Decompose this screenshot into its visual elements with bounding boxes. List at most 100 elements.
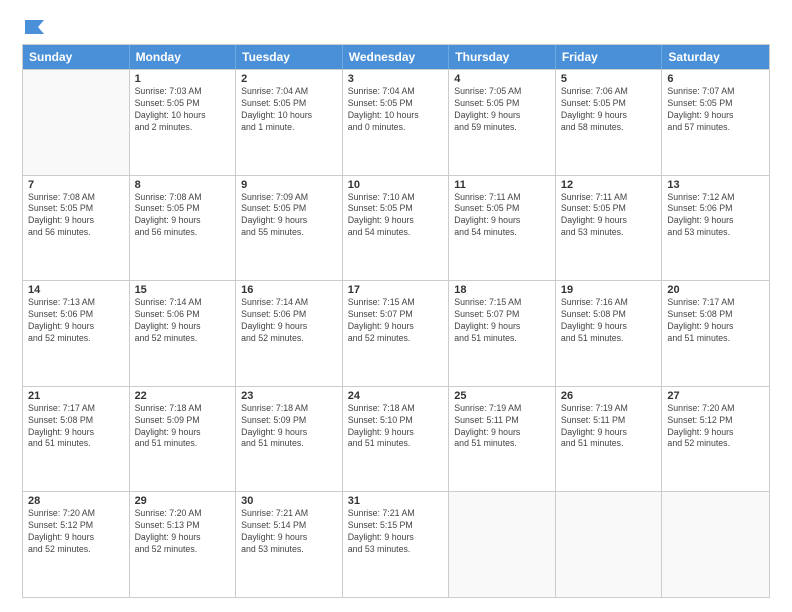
cell-line: Sunset: 5:09 PM bbox=[135, 415, 231, 427]
cell-line: Sunrise: 7:07 AM bbox=[667, 86, 764, 98]
cell-line: Sunset: 5:05 PM bbox=[348, 203, 444, 215]
cell-line: Sunrise: 7:08 AM bbox=[28, 192, 124, 204]
cell-line: Sunrise: 7:04 AM bbox=[348, 86, 444, 98]
cell-line: and 52 minutes. bbox=[241, 333, 337, 345]
cell-line: and 52 minutes. bbox=[135, 333, 231, 345]
cell-line: Sunset: 5:06 PM bbox=[28, 309, 124, 321]
cell-line: Sunrise: 7:17 AM bbox=[28, 403, 124, 415]
cell-line: Sunset: 5:06 PM bbox=[667, 203, 764, 215]
calendar-cell: 19Sunrise: 7:16 AMSunset: 5:08 PMDayligh… bbox=[556, 281, 663, 386]
day-number: 22 bbox=[135, 390, 231, 402]
cell-line: Sunrise: 7:16 AM bbox=[561, 297, 657, 309]
calendar-header: SundayMondayTuesdayWednesdayThursdayFrid… bbox=[23, 45, 769, 69]
calendar-cell: 8Sunrise: 7:08 AMSunset: 5:05 PMDaylight… bbox=[130, 176, 237, 281]
day-number: 5 bbox=[561, 73, 657, 85]
day-number: 27 bbox=[667, 390, 764, 402]
cell-line: and 51 minutes. bbox=[667, 333, 764, 345]
cell-line: and 57 minutes. bbox=[667, 122, 764, 134]
day-number: 11 bbox=[454, 179, 550, 191]
cell-line: Sunrise: 7:09 AM bbox=[241, 192, 337, 204]
cell-line: Daylight: 9 hours bbox=[454, 110, 550, 122]
cell-line: Sunset: 5:11 PM bbox=[454, 415, 550, 427]
cell-line: Daylight: 10 hours bbox=[348, 110, 444, 122]
cell-line: and 55 minutes. bbox=[241, 227, 337, 239]
day-number: 6 bbox=[667, 73, 764, 85]
cell-line: Daylight: 9 hours bbox=[241, 321, 337, 333]
cell-line: Daylight: 9 hours bbox=[348, 427, 444, 439]
day-number: 16 bbox=[241, 284, 337, 296]
cell-line: Sunrise: 7:04 AM bbox=[241, 86, 337, 98]
header-day-thursday: Thursday bbox=[449, 45, 556, 69]
day-number: 3 bbox=[348, 73, 444, 85]
cell-line: Daylight: 9 hours bbox=[561, 321, 657, 333]
cell-line: Daylight: 9 hours bbox=[28, 215, 124, 227]
cell-line: and 51 minutes. bbox=[241, 438, 337, 450]
cell-line: Sunrise: 7:14 AM bbox=[241, 297, 337, 309]
calendar-cell: 14Sunrise: 7:13 AMSunset: 5:06 PMDayligh… bbox=[23, 281, 130, 386]
cell-line: and 51 minutes. bbox=[348, 438, 444, 450]
cell-line: Sunset: 5:08 PM bbox=[28, 415, 124, 427]
cell-line: and 53 minutes. bbox=[348, 544, 444, 556]
cell-line: Sunset: 5:05 PM bbox=[561, 98, 657, 110]
day-number: 15 bbox=[135, 284, 231, 296]
calendar-cell: 22Sunrise: 7:18 AMSunset: 5:09 PMDayligh… bbox=[130, 387, 237, 492]
day-number: 13 bbox=[667, 179, 764, 191]
header-day-tuesday: Tuesday bbox=[236, 45, 343, 69]
calendar-cell: 5Sunrise: 7:06 AMSunset: 5:05 PMDaylight… bbox=[556, 70, 663, 175]
cell-line: Sunset: 5:05 PM bbox=[454, 98, 550, 110]
day-number: 4 bbox=[454, 73, 550, 85]
cell-line: Sunrise: 7:08 AM bbox=[135, 192, 231, 204]
calendar-cell bbox=[449, 492, 556, 597]
calendar-row-4: 28Sunrise: 7:20 AMSunset: 5:12 PMDayligh… bbox=[23, 491, 769, 597]
cell-line: Sunset: 5:05 PM bbox=[667, 98, 764, 110]
calendar-cell: 30Sunrise: 7:21 AMSunset: 5:14 PMDayligh… bbox=[236, 492, 343, 597]
calendar-cell: 9Sunrise: 7:09 AMSunset: 5:05 PMDaylight… bbox=[236, 176, 343, 281]
cell-line: and 53 minutes. bbox=[241, 544, 337, 556]
cell-line: Sunrise: 7:18 AM bbox=[241, 403, 337, 415]
header-day-monday: Monday bbox=[130, 45, 237, 69]
cell-line: Daylight: 10 hours bbox=[135, 110, 231, 122]
cell-line: Sunrise: 7:21 AM bbox=[348, 508, 444, 520]
day-number: 28 bbox=[28, 495, 124, 507]
cell-line: Sunrise: 7:14 AM bbox=[135, 297, 231, 309]
cell-line: Sunrise: 7:15 AM bbox=[348, 297, 444, 309]
cell-line: Sunset: 5:09 PM bbox=[241, 415, 337, 427]
calendar-cell: 4Sunrise: 7:05 AMSunset: 5:05 PMDaylight… bbox=[449, 70, 556, 175]
cell-line: Sunset: 5:05 PM bbox=[454, 203, 550, 215]
day-number: 25 bbox=[454, 390, 550, 402]
cell-line: Daylight: 9 hours bbox=[454, 321, 550, 333]
calendar-cell: 23Sunrise: 7:18 AMSunset: 5:09 PMDayligh… bbox=[236, 387, 343, 492]
header-day-sunday: Sunday bbox=[23, 45, 130, 69]
cell-line: and 53 minutes. bbox=[667, 227, 764, 239]
calendar-cell: 20Sunrise: 7:17 AMSunset: 5:08 PMDayligh… bbox=[662, 281, 769, 386]
day-number: 7 bbox=[28, 179, 124, 191]
cell-line: and 51 minutes. bbox=[454, 333, 550, 345]
calendar-cell: 31Sunrise: 7:21 AMSunset: 5:15 PMDayligh… bbox=[343, 492, 450, 597]
day-number: 1 bbox=[135, 73, 231, 85]
cell-line: Sunset: 5:05 PM bbox=[135, 98, 231, 110]
calendar-cell: 25Sunrise: 7:19 AMSunset: 5:11 PMDayligh… bbox=[449, 387, 556, 492]
cell-line: Sunrise: 7:21 AM bbox=[241, 508, 337, 520]
day-number: 21 bbox=[28, 390, 124, 402]
cell-line: Sunrise: 7:11 AM bbox=[454, 192, 550, 204]
cell-line: Sunrise: 7:13 AM bbox=[28, 297, 124, 309]
cell-line: Daylight: 9 hours bbox=[28, 321, 124, 333]
cell-line: and 56 minutes. bbox=[28, 227, 124, 239]
calendar-cell: 1Sunrise: 7:03 AMSunset: 5:05 PMDaylight… bbox=[130, 70, 237, 175]
cell-line: and 51 minutes. bbox=[561, 438, 657, 450]
cell-line: Sunset: 5:14 PM bbox=[241, 520, 337, 532]
cell-line: Daylight: 9 hours bbox=[667, 321, 764, 333]
calendar-cell: 10Sunrise: 7:10 AMSunset: 5:05 PMDayligh… bbox=[343, 176, 450, 281]
cell-line: Sunset: 5:05 PM bbox=[241, 98, 337, 110]
cell-line: Sunrise: 7:05 AM bbox=[454, 86, 550, 98]
day-number: 17 bbox=[348, 284, 444, 296]
calendar-cell: 16Sunrise: 7:14 AMSunset: 5:06 PMDayligh… bbox=[236, 281, 343, 386]
calendar-cell: 2Sunrise: 7:04 AMSunset: 5:05 PMDaylight… bbox=[236, 70, 343, 175]
cell-line: and 53 minutes. bbox=[561, 227, 657, 239]
logo-flag-icon bbox=[24, 18, 46, 36]
cell-line: Daylight: 9 hours bbox=[241, 215, 337, 227]
cell-line: Sunset: 5:12 PM bbox=[667, 415, 764, 427]
day-number: 14 bbox=[28, 284, 124, 296]
cell-line: and 51 minutes. bbox=[454, 438, 550, 450]
cell-line: Daylight: 9 hours bbox=[561, 215, 657, 227]
